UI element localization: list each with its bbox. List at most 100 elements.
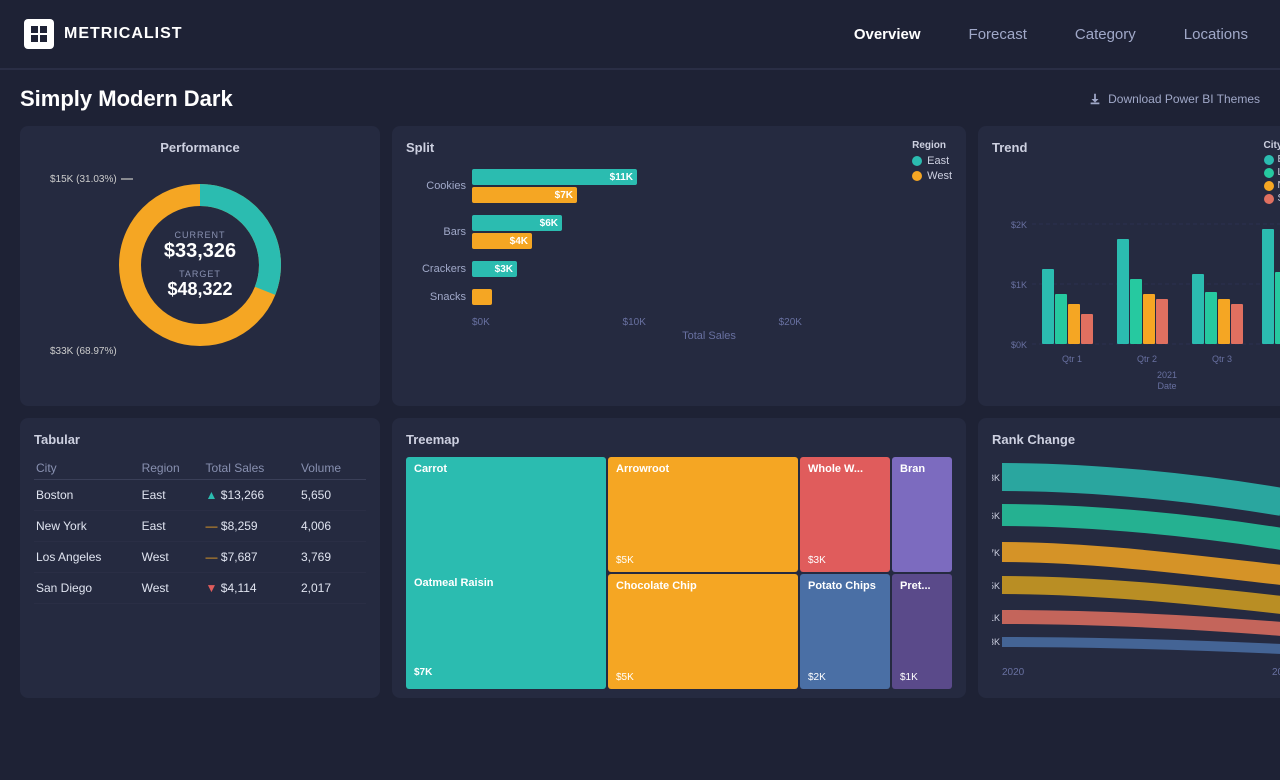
- treemap-title: Treemap: [406, 432, 952, 447]
- svg-text:$1.3K: $1.3K: [992, 637, 1000, 647]
- donut-chart: CURRENT $33,326 TARGET $48,322: [110, 175, 290, 355]
- treemap-grid: Carrot $7K Arrowroot $5K Whole W... $3K …: [406, 457, 952, 687]
- table-row: New York East — $8,259 4,006: [34, 511, 366, 542]
- current-value: $33,326: [164, 240, 236, 263]
- tm-potato: Potato Chips $2K: [800, 574, 890, 689]
- svg-text:$3.6K: $3.6K: [992, 511, 1000, 521]
- legend-sandiego: San Diego: [1264, 193, 1280, 204]
- split-title: Split: [406, 140, 952, 155]
- newyork-sales: — $8,259: [204, 511, 299, 542]
- download-button[interactable]: Download Power BI Themes: [1088, 92, 1260, 106]
- split-xlabel: Total Sales: [406, 330, 952, 342]
- current-label: CURRENT: [164, 230, 236, 240]
- legend-newyork: New York: [1264, 180, 1280, 191]
- legend-losangeles: Los Angeles: [1264, 167, 1280, 178]
- dashboard-grid: Performance CURRENT $33,326 TARGET: [20, 126, 1260, 698]
- nav-overview[interactable]: Overview: [846, 22, 929, 47]
- boston-sales: ▲ $13,266: [204, 480, 299, 511]
- trend-legend-title: City: [1264, 140, 1280, 151]
- trend-legend: City Boston Los Angeles New York: [1264, 140, 1280, 204]
- tm-arrowroot: Arrowroot $5K: [608, 457, 798, 572]
- trend-title: Trend: [992, 140, 1027, 194]
- svg-text:$4.3K: $4.3K: [992, 473, 1000, 483]
- download-label: Download Power BI Themes: [1108, 92, 1260, 106]
- losangeles-sales: — $7,687: [204, 542, 299, 573]
- svg-text:$2.5K: $2.5K: [992, 581, 1000, 591]
- tm-chocchip: Chocolate Chip $5K: [608, 574, 798, 689]
- sandiego-volume: 2,017: [299, 573, 366, 604]
- tm-pret: Pret... $1K: [892, 574, 952, 689]
- svg-text:2020: 2020: [1002, 667, 1025, 678]
- performance-title: Performance: [160, 140, 239, 155]
- svg-text:$2.7K: $2.7K: [992, 548, 1000, 558]
- col-sales: Total Sales: [204, 457, 299, 480]
- performance-card: Performance CURRENT $33,326 TARGET: [20, 126, 380, 406]
- table-row: Boston East ▲ $13,266 5,650: [34, 480, 366, 511]
- bars-east: $6K: [472, 215, 562, 231]
- split-xaxis: $0K $10K $20K: [406, 317, 952, 328]
- newyork-city: New York: [34, 511, 140, 542]
- target-value: $48,322: [164, 279, 236, 300]
- legend-east: East: [912, 155, 952, 167]
- col-volume: Volume: [299, 457, 366, 480]
- brand: METRICALIST: [24, 19, 183, 49]
- sandiego-city: San Diego: [34, 573, 140, 604]
- top-nav: Overview Forecast Category Locations: [846, 22, 1256, 47]
- east-dot: [912, 156, 922, 166]
- nav-forecast[interactable]: Forecast: [961, 22, 1035, 47]
- bars-west: $4K: [472, 233, 532, 249]
- table-row: San Diego West ▼ $4,114 2,017: [34, 573, 366, 604]
- bar-row-cookies: Cookies $11K $7K: [406, 169, 952, 203]
- col-city: City: [34, 457, 140, 480]
- boston-volume: 5,650: [299, 480, 366, 511]
- page-title: Simply Modern Dark: [20, 86, 233, 112]
- losangeles-volume: 3,769: [299, 542, 366, 573]
- rank-change-chart: $4.3K $3.6K $2.7K $2.5K $2.1K $1.3K $3.7…: [992, 457, 1280, 682]
- split-card: Split Region East West Cookies: [392, 126, 966, 406]
- trend-header: Trend City Boston Los Angeles New York: [992, 140, 1280, 204]
- nav-locations[interactable]: Locations: [1176, 22, 1256, 47]
- svg-text:$2K: $2K: [1011, 220, 1027, 230]
- cookies-west: $7K: [472, 187, 577, 203]
- tabular-card: Tabular City Region Total Sales Volume B…: [20, 418, 380, 698]
- svg-text:Qtr 3: Qtr 3: [1212, 354, 1232, 364]
- svg-text:2021: 2021: [1272, 667, 1280, 678]
- bar-row-snacks: Snacks: [406, 289, 952, 305]
- split-legend: Region East West: [912, 140, 952, 182]
- tm-carrot: Carrot $7K: [406, 457, 606, 689]
- bottom-annotation: $33K (68.97%): [50, 346, 117, 357]
- main-content: Simply Modern Dark Download Power BI The…: [0, 70, 1280, 780]
- bar-row-bars: Bars $6K $4K: [406, 215, 952, 249]
- svg-text:$0K: $0K: [1011, 340, 1027, 350]
- svg-text:Date: Date: [1157, 381, 1176, 391]
- newyork-volume: 4,006: [299, 511, 366, 542]
- svg-text:$1K: $1K: [1011, 280, 1027, 290]
- svg-text:Qtr 1: Qtr 1: [1062, 354, 1082, 364]
- sandiego-region: West: [140, 573, 204, 604]
- legend-west: West: [912, 170, 952, 182]
- nav-category[interactable]: Category: [1067, 22, 1144, 47]
- col-region: Region: [140, 457, 204, 480]
- west-dot: [912, 171, 922, 181]
- svg-text:Qtr 2: Qtr 2: [1137, 354, 1157, 364]
- svg-text:$2.1K: $2.1K: [992, 613, 1000, 623]
- split-bars: Cookies $11K $7K Bars $6K $4K Crac: [406, 165, 952, 305]
- legend-boston: Boston: [1264, 154, 1280, 165]
- navbar: METRICALIST Overview Forecast Category L…: [0, 0, 1280, 70]
- crackers-east: $3K: [472, 261, 517, 277]
- top-annotation: $15K (31.03%): [50, 173, 133, 185]
- rank-change-card: Rank Change $4.3K $3.6K $2.7K $2.5K: [978, 418, 1280, 698]
- tabular-title: Tabular: [34, 432, 366, 447]
- trend-chart: $2K $1K $0K: [992, 204, 1280, 394]
- trend-card: Trend City Boston Los Angeles New York: [978, 126, 1280, 406]
- treemap-card: Treemap Carrot $7K Arrowroot $5K Whole W…: [392, 418, 966, 698]
- snacks-west: [472, 289, 492, 305]
- cookies-east: $11K: [472, 169, 637, 185]
- rank-change-title: Rank Change: [992, 432, 1280, 447]
- page-header: Simply Modern Dark Download Power BI The…: [20, 86, 1260, 112]
- legend-title: Region: [912, 140, 952, 151]
- svg-text:2021: 2021: [1157, 370, 1177, 380]
- brand-icon: [24, 19, 54, 49]
- losangeles-region: West: [140, 542, 204, 573]
- tabular-table: City Region Total Sales Volume Boston Ea…: [34, 457, 366, 604]
